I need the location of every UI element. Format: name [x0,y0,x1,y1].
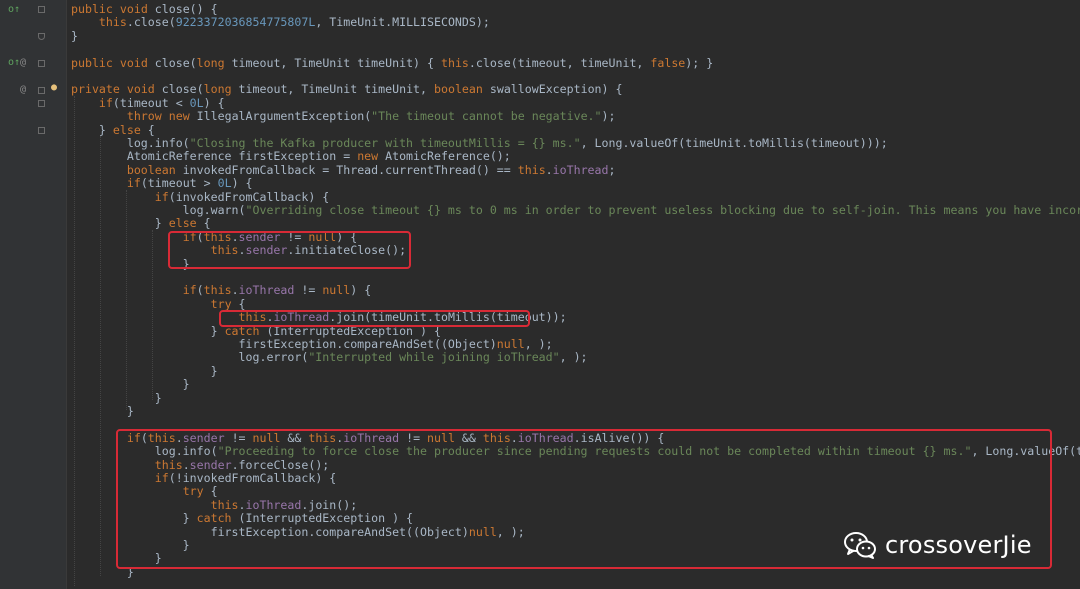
code-line-text: } [71,404,134,418]
code-line[interactable]: log.error("Interrupted while joining ioT… [71,351,588,364]
override-icon[interactable]: o↑ [8,57,20,69]
code-line[interactable]: if(timeout < 0L) { [71,95,225,110]
code-line-text: } else { [71,216,211,231]
code-line[interactable]: } [71,363,218,378]
code-line[interactable]: boolean invokedFromCallback = Thread.cur… [71,162,616,177]
code-line[interactable]: public void close() { [71,2,218,16]
code-line[interactable]: if(invokedFromCallback) { [71,189,330,204]
code-line[interactable]: if(this.ioThread != null) { [71,283,372,298]
highlight-box-initiate-close [168,231,411,269]
code-line-text: public void close() { [71,2,218,16]
code-line-text: if(timeout < 0L) { [98,95,225,110]
code-line[interactable]: public void close(long timeout, TimeUnit… [71,55,714,70]
code-line-text: if(timeout > 0L) { [126,176,253,191]
code-line[interactable]: throw new IllegalArgumentException("The … [71,109,616,124]
fold-marker-icon[interactable] [38,127,45,134]
code-line-text: log.info("Closing the Kafka producer wit… [71,136,888,150]
code-line[interactable]: if(timeout > 0L) { [71,176,253,191]
fold-marker-icon[interactable] [38,100,45,107]
watermark-text: crossoverJie [885,531,1032,559]
code-line-text: boolean invokedFromCallback = Thread.cur… [126,162,616,177]
code-line-text: if(this.ioThread != null) { [182,283,372,298]
code-line[interactable]: firstException.compareAndSet((Object)nul… [71,337,553,351]
code-line-text: log.error("Interrupted while joining ioT… [71,350,588,365]
code-line[interactable]: } [71,377,190,392]
code-editor[interactable]: o↑ o↑ @ @ ● public void close() { this.c… [0,0,1080,589]
code-line[interactable]: } [71,390,162,405]
watermark: crossoverJie [844,530,1032,560]
code-line-text: log.warn("Overriding close timeout {} ms… [71,203,1080,217]
gutter-separator [66,0,67,589]
code-line-text: AtomicReference firstException = new Ato… [71,149,511,164]
code-line-text: private void close(long timeout, TimeUni… [71,82,623,97]
code-line-text: if(invokedFromCallback) { [154,189,330,204]
code-line[interactable]: } [71,28,78,43]
annotation-icon[interactable]: @ [20,57,26,69]
code-line-text: public void close(long timeout, TimeUnit… [71,55,714,70]
annotation-icon[interactable]: @ [20,84,26,96]
highlight-box-iothread-join [219,310,530,327]
code-line-text: } [71,377,190,392]
code-line[interactable]: log.info("Closing the Kafka producer wit… [71,136,888,150]
code-line-text: } [71,28,78,43]
code-line-text: } [71,390,162,405]
fold-marker-icon[interactable] [38,60,45,67]
code-line[interactable]: } [71,404,134,418]
wechat-icon [844,532,876,559]
lightbulb-icon[interactable]: ● [51,82,57,94]
fold-marker-icon[interactable] [38,87,45,94]
code-line-text: firstException.compareAndSet((Object)nul… [71,337,553,351]
code-line[interactable]: } else { [71,217,211,230]
code-line[interactable]: try { [71,296,246,311]
override-icon[interactable]: o↑ [8,4,20,16]
code-line-text: throw new IllegalArgumentException("The … [126,109,616,124]
fold-marker-icon[interactable] [38,33,45,40]
code-line-text: this.close(9223372036854775807L, TimeUni… [98,15,490,30]
fold-marker-icon[interactable] [38,6,45,13]
code-line[interactable]: this.close(9223372036854775807L, TimeUni… [71,16,490,29]
code-line-text: try { [210,296,246,311]
code-line[interactable]: private void close(long timeout, TimeUni… [71,83,622,96]
code-line[interactable]: } else { [71,122,155,137]
code-line[interactable]: log.warn("Overriding close timeout {} ms… [71,203,1080,217]
code-line[interactable]: AtomicReference firstException = new Ato… [71,150,511,163]
code-line-text: } [71,363,218,378]
code-line-text: } else { [71,122,155,137]
